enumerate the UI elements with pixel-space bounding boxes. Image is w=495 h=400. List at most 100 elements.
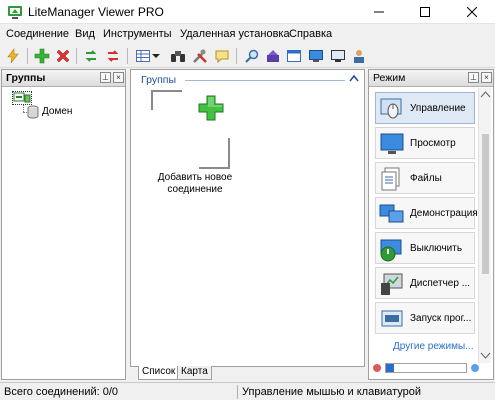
run-program-icon	[381, 310, 403, 327]
collapse-icon[interactable]	[349, 74, 359, 82]
grid-view-icon	[136, 50, 150, 62]
connections-panel: Группы Добавить новое соединение	[130, 69, 365, 367]
demo-icon	[379, 204, 404, 223]
mode-scrollbar[interactable]	[478, 88, 491, 363]
groups-panel-title: Группы	[6, 72, 46, 84]
quality-high-icon	[471, 364, 479, 372]
close-button[interactable]	[449, 0, 495, 24]
tab-map[interactable]: Карта	[177, 366, 212, 380]
minimize-button[interactable]	[356, 0, 402, 24]
user-icon	[354, 50, 364, 63]
window-title: LiteManager Viewer PRO	[28, 5, 164, 19]
connect-icon	[85, 50, 97, 62]
tab-list[interactable]: Список	[138, 366, 180, 380]
quality-low-icon	[373, 364, 381, 372]
mode-item-view[interactable]: Просмотр	[375, 127, 475, 159]
panel-close-button[interactable]: ×	[113, 72, 124, 83]
maximize-icon	[420, 7, 430, 17]
menu-tools[interactable]: Инструменты	[103, 28, 172, 40]
dropdown-icon	[152, 54, 160, 58]
monitor-button[interactable]	[306, 46, 326, 66]
group-header-title: Группы	[141, 74, 176, 86]
maximize-button[interactable]	[402, 0, 448, 24]
window-button[interactable]	[284, 46, 304, 66]
mode-item-run-program[interactable]: Запуск прог...	[375, 302, 475, 334]
minimize-icon	[374, 11, 384, 13]
mode-label: Диспетчер ...	[410, 278, 471, 289]
tree-root-node[interactable]	[12, 91, 32, 105]
find-computers-button[interactable]	[168, 46, 188, 66]
chat-button[interactable]	[212, 46, 232, 66]
window-icon	[287, 50, 301, 62]
menu-remote-install[interactable]: Удаленная установка	[180, 28, 290, 40]
power-icon	[380, 239, 402, 262]
monitor-view-icon	[380, 133, 404, 154]
network-group-icon	[13, 92, 31, 103]
mode-panel-header: Режим ⊥ ×	[369, 70, 493, 87]
status-mode: Управление мышью и клавиатурой	[242, 386, 421, 398]
connections-count: Всего соединений: 0/0	[4, 386, 119, 398]
view-mode-button[interactable]	[133, 46, 153, 66]
tools-icon	[193, 49, 207, 63]
menu-bar: Соединение Вид Инструменты Удаленная уст…	[0, 24, 495, 44]
mouse-icon	[380, 98, 402, 119]
mode-item-task-manager[interactable]: Диспетчер ...	[375, 267, 475, 299]
search-button[interactable]	[242, 46, 262, 66]
mode-panel-title: Режим	[373, 72, 406, 84]
menu-connection[interactable]: Соединение	[6, 28, 69, 40]
quality-slider[interactable]	[385, 363, 467, 373]
binoculars-icon	[171, 51, 185, 62]
connect-button[interactable]	[81, 46, 101, 66]
screen-icon	[331, 50, 345, 62]
scroll-up-icon[interactable]	[480, 91, 491, 99]
send-button[interactable]	[263, 46, 283, 66]
mode-label: Просмотр	[410, 138, 456, 149]
status-bar: Всего соединений: 0/0 Управление мышью и…	[0, 382, 495, 400]
groups-panel-header: Группы ⊥ ×	[2, 70, 125, 87]
app-logo-icon	[8, 6, 22, 19]
delete-connection-button[interactable]	[53, 46, 73, 66]
add-connection-large-icon[interactable]	[197, 94, 225, 122]
mode-label: Выключить	[410, 243, 463, 254]
add-connection-button[interactable]	[32, 46, 52, 66]
screen-button[interactable]	[328, 46, 348, 66]
close-icon	[467, 7, 477, 17]
mode-item-shutdown[interactable]: Выключить	[375, 232, 475, 264]
mode-label: Управление	[410, 103, 466, 114]
toolbar	[0, 44, 495, 68]
view-mode-dropdown[interactable]	[151, 46, 161, 66]
mode-item-files[interactable]: Файлы	[375, 162, 475, 194]
domain-icon	[27, 105, 39, 119]
pin-button[interactable]: ⊥	[100, 72, 111, 83]
monitor-icon	[309, 50, 323, 62]
tools-button[interactable]	[190, 46, 210, 66]
chat-icon	[215, 50, 229, 64]
disconnect-button[interactable]	[103, 46, 123, 66]
send-icon	[267, 50, 279, 62]
delete-icon	[56, 49, 70, 63]
pin-button[interactable]: ⊥	[468, 72, 479, 83]
scroll-thumb[interactable]	[482, 134, 489, 274]
quick-connect-button[interactable]	[3, 46, 23, 66]
tree-item-domain[interactable]: Домен	[42, 106, 72, 117]
files-icon	[381, 167, 400, 191]
scroll-down-icon[interactable]	[480, 352, 491, 360]
more-modes-link[interactable]: Другие режимы...	[393, 341, 473, 352]
menu-view[interactable]: Вид	[75, 28, 95, 40]
add-icon	[34, 48, 50, 64]
panel-close-button[interactable]: ×	[481, 72, 492, 83]
title-bar: LiteManager Viewer PRO	[0, 0, 495, 24]
search-icon	[245, 49, 259, 63]
mode-label: Файлы	[410, 173, 442, 184]
mode-item-control[interactable]: Управление	[375, 92, 475, 124]
groups-panel: Группы ⊥ × Домен	[1, 69, 126, 380]
mode-label: Запуск прог...	[410, 313, 472, 324]
mode-label: Демонстрация	[410, 208, 478, 219]
view-tabs: Список Карта	[130, 366, 365, 380]
menu-help[interactable]: Справка	[289, 28, 332, 40]
task-manager-icon	[381, 273, 403, 295]
user-button[interactable]	[349, 46, 369, 66]
add-new-connection-label[interactable]: Добавить новое соединение	[145, 172, 245, 196]
lightning-icon	[7, 48, 19, 64]
mode-item-demo[interactable]: Демонстрация	[375, 197, 478, 229]
